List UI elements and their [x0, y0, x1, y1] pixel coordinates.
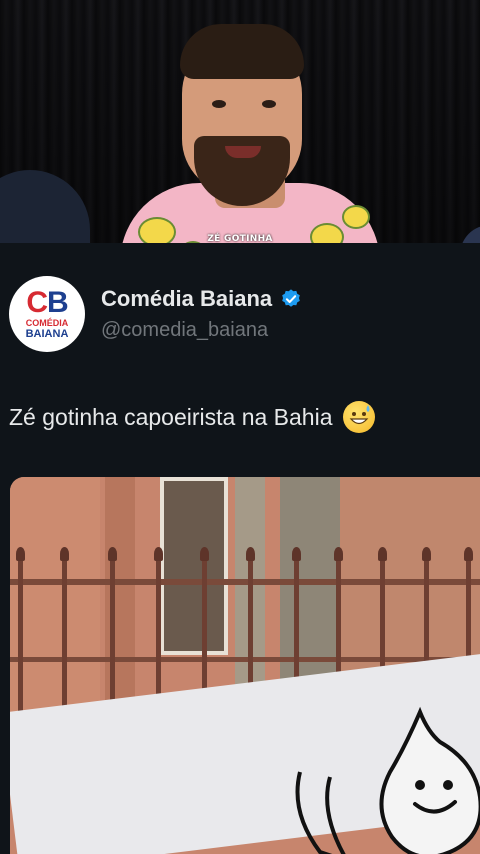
logo-line1: COMÉDIA: [25, 317, 69, 328]
logo-line2: BAIANA: [25, 327, 69, 340]
window: [160, 477, 228, 655]
tweet-text-row: Zé gotinha capoeirista na Bahia: [9, 401, 375, 433]
hair: [180, 24, 304, 79]
video-frame[interactable]: ZÉ GOTINHA: [0, 0, 480, 243]
presenter: [120, 18, 380, 243]
tweet-media-video[interactable]: [10, 477, 480, 854]
fence-top-rail: [10, 579, 480, 585]
verified-badge-icon: [282, 289, 300, 307]
avatar[interactable]: CB COMÉDIA BAIANA: [9, 276, 85, 352]
account-handle[interactable]: @comedia_baiana: [101, 319, 268, 342]
tweet-text: Zé gotinha capoeirista na Bahia: [9, 403, 333, 430]
fence-mid-rail: [10, 657, 480, 662]
video-caption: ZÉ GOTINHA: [207, 234, 273, 243]
display-name[interactable]: Comédia Baiana: [101, 286, 272, 312]
grinning-face-with-sweat-icon: [342, 401, 375, 433]
display-name-row[interactable]: Comédia Baiana: [101, 286, 302, 312]
logo-cb: CB: [26, 285, 68, 319]
ze-gotinha-mascot-icon: [295, 706, 480, 854]
